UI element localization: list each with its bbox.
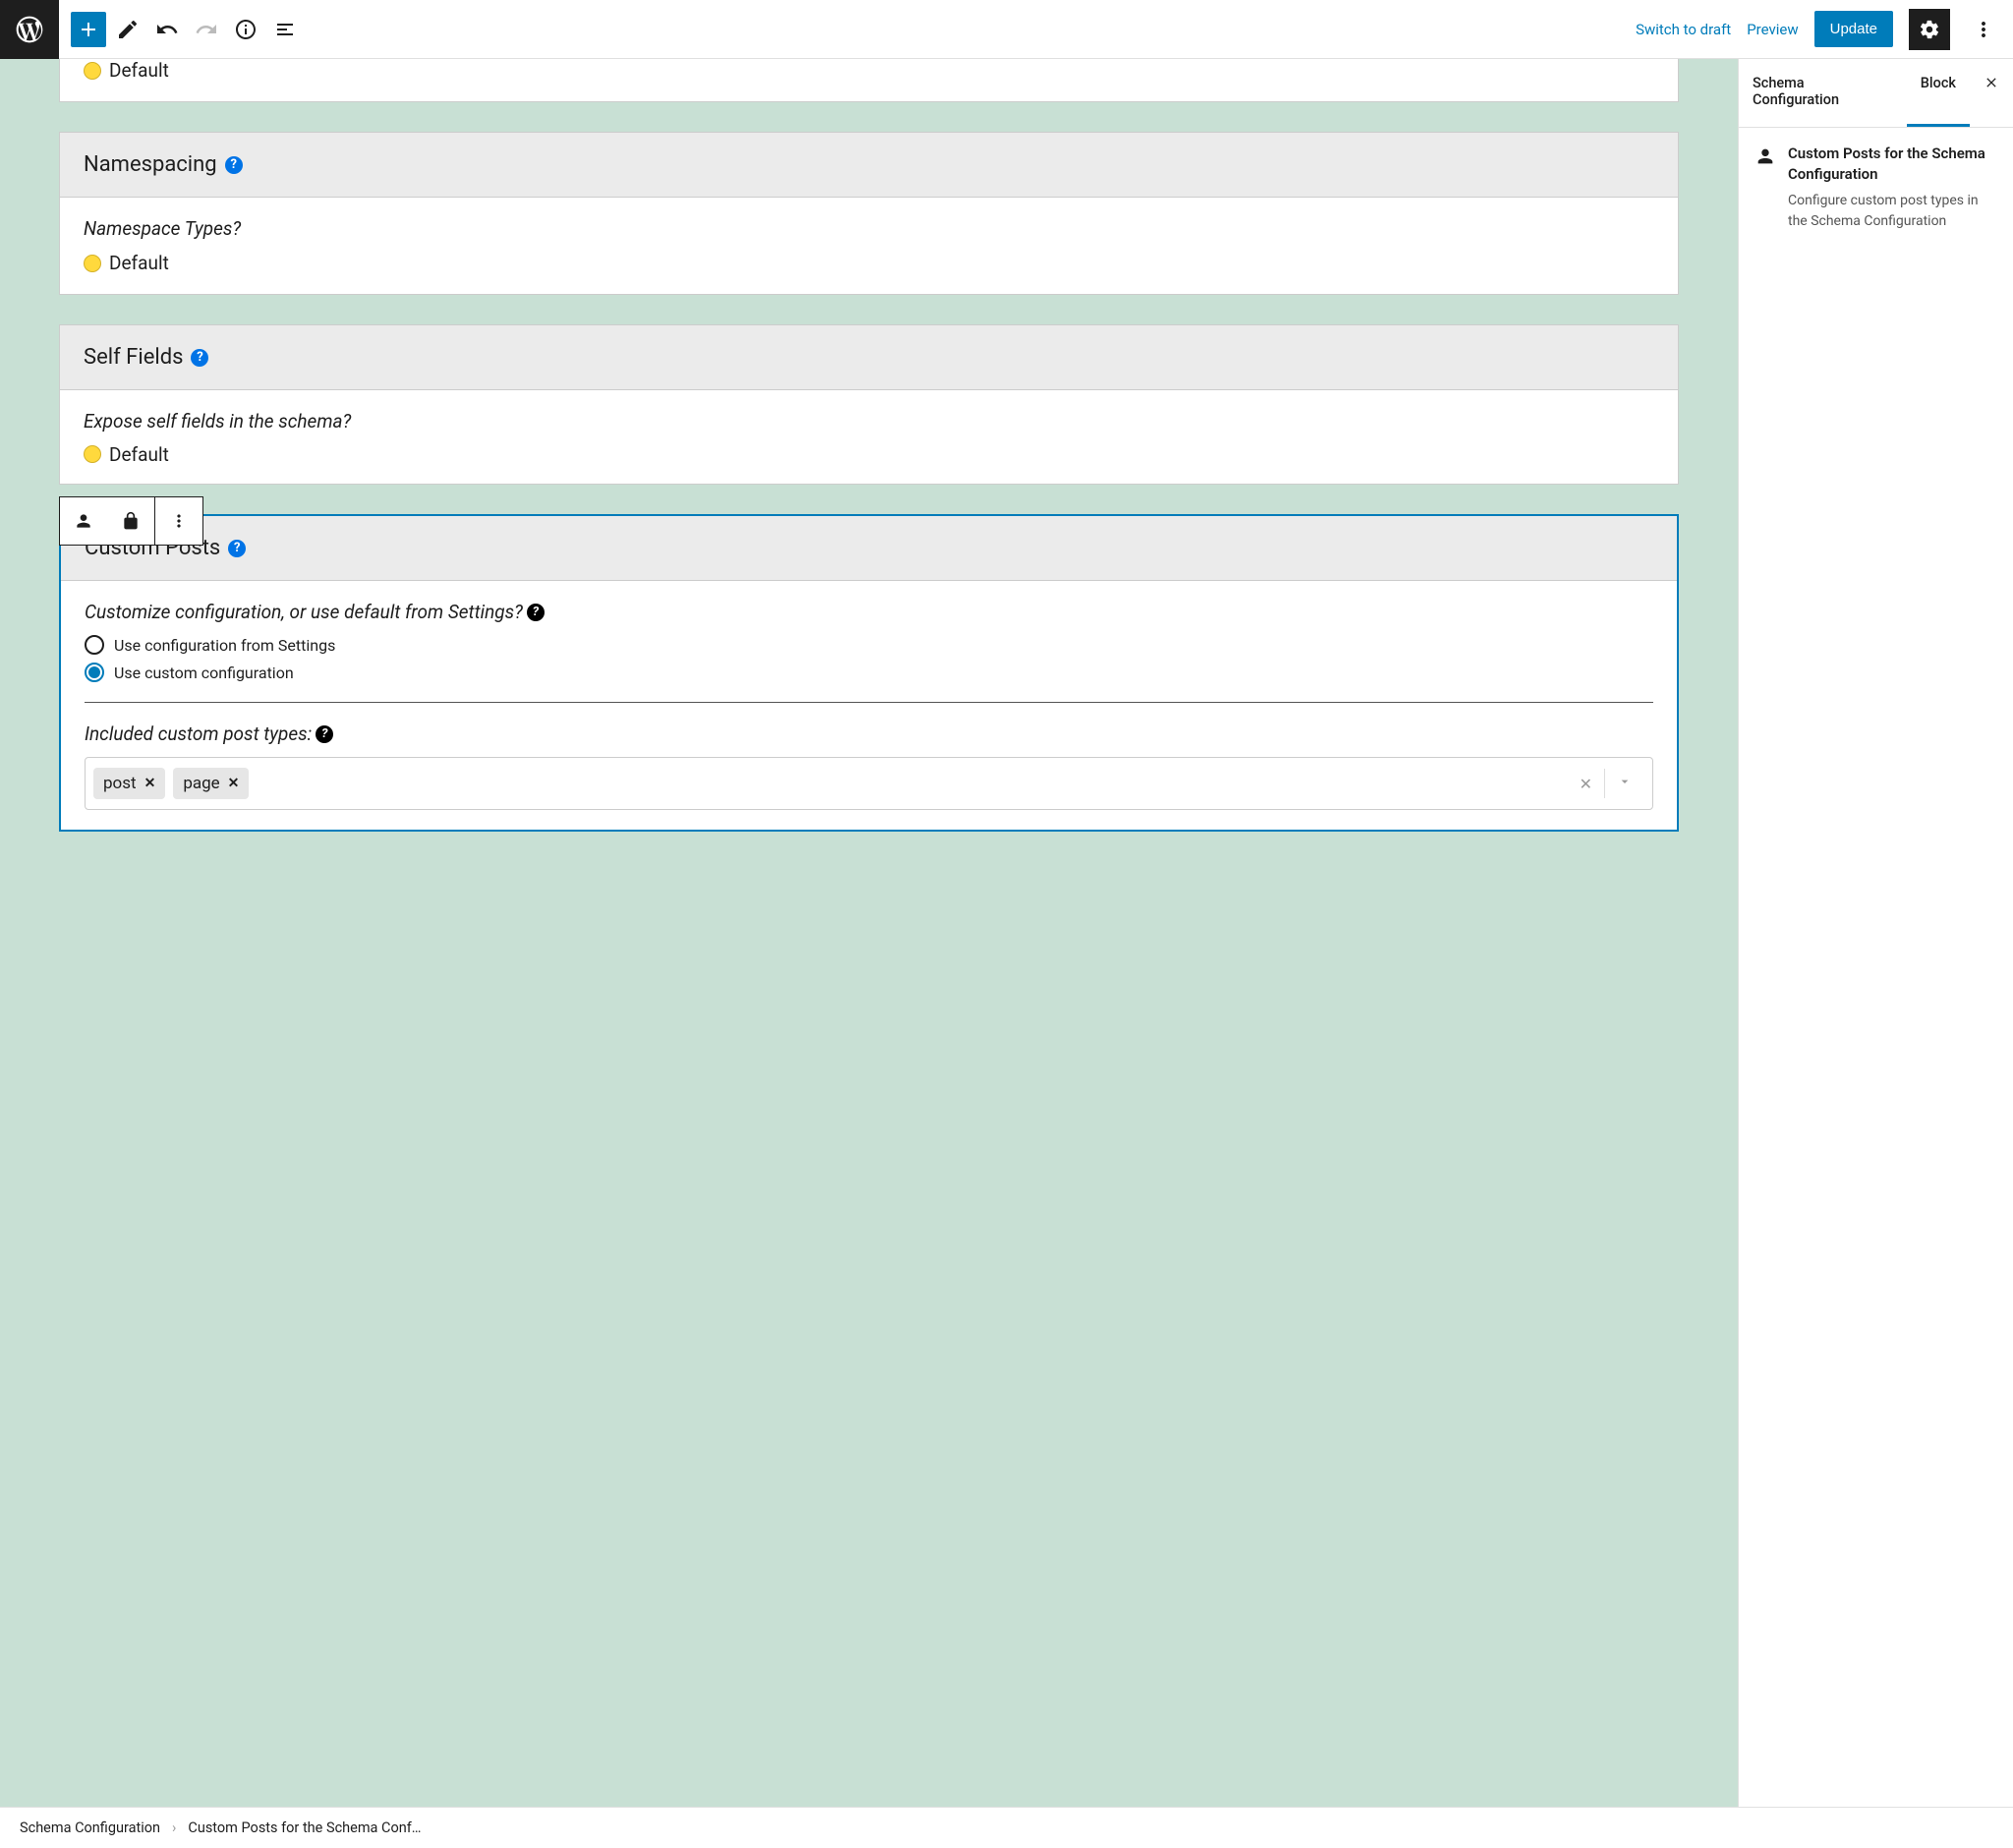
block-icon-button[interactable]	[60, 497, 107, 545]
list-icon	[273, 18, 297, 41]
toolbar-left	[59, 12, 315, 47]
tab-block[interactable]: Block	[1907, 59, 1970, 127]
value-label: Default	[109, 444, 169, 464]
toolbar-right: Switch to draft Preview Update	[1636, 9, 2013, 50]
person-icon	[74, 511, 93, 531]
more-vertical-icon	[169, 511, 189, 531]
help-icon[interactable]: ?	[225, 156, 243, 174]
block-header: Custom Posts ?	[61, 516, 1677, 581]
wordpress-icon	[14, 14, 45, 45]
help-icon[interactable]: ?	[191, 349, 208, 367]
value-label: Default	[109, 59, 169, 82]
tag-select-input[interactable]: post✕ page✕ ✕	[85, 757, 1653, 810]
included-label: Included custom post types: ?	[85, 722, 1653, 745]
tag-remove-icon[interactable]: ✕	[144, 776, 156, 791]
add-block-button[interactable]	[71, 12, 106, 47]
close-icon	[1984, 75, 1999, 90]
more-vertical-icon	[1972, 18, 1995, 41]
block-toolbar	[59, 496, 203, 546]
help-icon[interactable]: ?	[316, 725, 333, 743]
value-label: Default	[109, 252, 169, 274]
panel-block-title: Custom Posts for the Schema Configuratio…	[1788, 144, 1997, 185]
radio-option-settings[interactable]: Use configuration from Settings	[85, 635, 1653, 655]
custom-posts-block[interactable]: Custom Posts ? Customize configuration, …	[59, 514, 1679, 832]
update-button[interactable]: Update	[1814, 11, 1893, 47]
settings-button[interactable]	[1909, 9, 1950, 50]
block-title: Namespacing	[84, 152, 217, 177]
status-dot-icon	[84, 445, 101, 463]
chevron-right-icon: ›	[172, 1819, 176, 1836]
gear-icon	[1919, 19, 1940, 40]
options-button[interactable]	[1966, 12, 2001, 47]
switch-to-draft-link[interactable]: Switch to draft	[1636, 21, 1731, 38]
breadcrumb-item[interactable]: Custom Posts for the Schema Conf…	[188, 1819, 421, 1836]
block-question: Namespace Types?	[84, 217, 1654, 240]
preview-link[interactable]: Preview	[1747, 21, 1798, 38]
breadcrumb: Schema Configuration › Custom Posts for …	[0, 1807, 2013, 1848]
breadcrumb-item[interactable]: Schema Configuration	[20, 1819, 160, 1836]
namespacing-block[interactable]: Namespacing ? Namespace Types? Default	[59, 132, 1679, 295]
dropdown-toggle[interactable]	[1605, 774, 1644, 793]
outline-button[interactable]	[267, 12, 303, 47]
panel-block-desc: Configure custom post types in the Schem…	[1788, 191, 1997, 232]
status-dot-icon	[84, 255, 101, 272]
clear-all-button[interactable]: ✕	[1568, 775, 1604, 793]
block-title: Self Fields	[84, 345, 183, 370]
help-icon[interactable]: ?	[228, 540, 246, 557]
lock-icon	[121, 511, 141, 531]
person-icon	[1754, 145, 1776, 167]
wordpress-logo[interactable]	[0, 0, 59, 59]
editor-canvas[interactable]: Default Namespacing ? Namespace Types? D…	[0, 59, 1738, 1807]
previous-block[interactable]: Default	[59, 59, 1679, 102]
radio-icon	[85, 635, 104, 655]
radio-option-custom[interactable]: Use custom configuration	[85, 663, 1653, 682]
panel-content: Custom Posts for the Schema Configuratio…	[1739, 128, 2013, 248]
radio-checked-icon	[85, 663, 104, 682]
settings-panel: Schema Configuration Block Custom Posts …	[1738, 59, 2013, 1807]
chevron-down-icon	[1617, 774, 1633, 789]
radio-label: Use configuration from Settings	[114, 636, 335, 655]
close-panel-button[interactable]	[1970, 59, 2013, 127]
info-button[interactable]	[228, 12, 263, 47]
block-header: Namespacing ?	[60, 133, 1678, 198]
radio-label: Use custom configuration	[114, 664, 294, 682]
block-question: Expose self fields in the schema?	[84, 410, 1654, 433]
help-icon[interactable]: ?	[527, 604, 545, 621]
divider	[85, 702, 1653, 703]
status-dot-icon	[84, 62, 101, 80]
plus-icon	[77, 18, 100, 41]
redo-icon	[195, 18, 218, 41]
top-toolbar: Switch to draft Preview Update	[0, 0, 2013, 59]
lock-button[interactable]	[107, 497, 154, 545]
tag-remove-icon[interactable]: ✕	[228, 776, 240, 791]
block-header: Self Fields ?	[60, 325, 1678, 390]
edit-mode-button[interactable]	[110, 12, 145, 47]
panel-tabs: Schema Configuration Block	[1739, 59, 2013, 128]
info-icon	[234, 18, 258, 41]
undo-button[interactable]	[149, 12, 185, 47]
tag-chip: post✕	[93, 768, 165, 799]
undo-icon	[155, 18, 179, 41]
tag-chip: page✕	[173, 768, 249, 799]
block-question: Customize configuration, or use default …	[85, 601, 1653, 623]
pencil-icon	[116, 18, 140, 41]
block-more-button[interactable]	[155, 497, 202, 545]
redo-button[interactable]	[189, 12, 224, 47]
self-fields-block[interactable]: Self Fields ? Expose self fields in the …	[59, 324, 1679, 485]
tab-schema-config[interactable]: Schema Configuration	[1739, 59, 1907, 127]
